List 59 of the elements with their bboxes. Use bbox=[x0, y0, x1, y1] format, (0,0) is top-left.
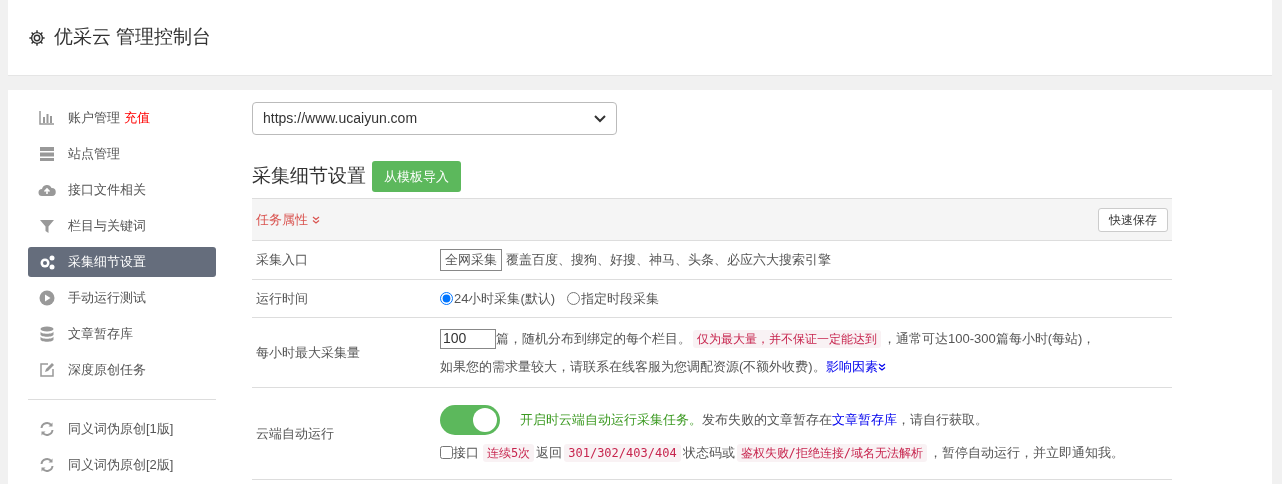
sidebar-item[interactable]: 深度原创任务 bbox=[28, 355, 216, 385]
sidebar-item[interactable]: 账户管理 充值 bbox=[28, 103, 216, 133]
edit-icon bbox=[38, 361, 56, 379]
double-chevron-icon bbox=[877, 362, 886, 371]
notice-text: 状态码或 bbox=[682, 443, 735, 462]
refresh-icon bbox=[38, 420, 56, 438]
settings-icon bbox=[28, 28, 46, 47]
fetch-note: ，请自行获取。 bbox=[897, 411, 988, 429]
row-label: 每小时最大采集量 bbox=[256, 343, 360, 362]
notice-text: ，暂停自动运行，并立即通知我。 bbox=[929, 443, 1125, 462]
max-count-note: ，通常可达100-300篇每小时(每站)， bbox=[883, 330, 1096, 348]
recharge-link[interactable]: 充值 bbox=[124, 108, 150, 128]
cloud-run-note: 开启时云端自动运行采集任务。 bbox=[520, 411, 702, 429]
code-tag: 301/302/403/404 bbox=[564, 443, 681, 462]
bar-chart-icon bbox=[38, 109, 56, 127]
sidebar-item[interactable]: 采集细节设置 bbox=[28, 247, 216, 277]
server-icon bbox=[38, 145, 56, 163]
task-properties-toggle[interactable]: 任务属性 bbox=[256, 209, 320, 230]
max-count-text: 篇，随机分布到绑定的每个栏目。 bbox=[496, 330, 691, 348]
sidebar-item[interactable]: 手动运行测试 bbox=[28, 283, 216, 313]
page-title: 优采云 管理控制台 bbox=[54, 25, 212, 50]
chevron-down-icon bbox=[594, 114, 606, 123]
factors-link[interactable]: 影响因素 bbox=[825, 356, 886, 377]
checkbox[interactable] bbox=[440, 446, 453, 459]
gears-icon bbox=[38, 253, 56, 271]
checkbox-label: 接口 bbox=[453, 443, 479, 462]
filter-icon bbox=[38, 217, 56, 235]
site-select[interactable]: https://www.ucaiyun.com bbox=[252, 102, 617, 135]
failed-article-note: 发布失败的文章暂存在 bbox=[702, 411, 832, 429]
row-label: 运行时间 bbox=[256, 289, 308, 308]
max-count-field[interactable]: 100 bbox=[440, 328, 496, 349]
row-label: 云端自动运行 bbox=[256, 424, 334, 443]
double-chevron-icon bbox=[312, 215, 320, 224]
code-tag: 鉴权失败/拒绝连接/域名无法解析 bbox=[736, 443, 928, 462]
row-label: 采集入口 bbox=[256, 251, 308, 270]
code-tag: 仅为最大量，并不保证一定能达到 bbox=[693, 329, 881, 348]
article-storage-link[interactable]: 文章暂存库 bbox=[832, 410, 897, 430]
database-icon bbox=[38, 325, 56, 343]
sidebar-item[interactable]: 同义词伪原创[1版] bbox=[28, 414, 216, 444]
notice-text: 返回 bbox=[536, 443, 563, 462]
section-title: 采集细节设置 bbox=[252, 164, 366, 189]
quick-save-button[interactable]: 快速保存 bbox=[1098, 207, 1168, 232]
entry-description: 覆盖百度、搜狗、好搜、神马、头条、必应六大搜索引擎 bbox=[506, 251, 831, 270]
radio-label: 24小时采集(默认) bbox=[454, 289, 556, 308]
play-icon bbox=[38, 289, 56, 307]
resource-note: 如果您的需求量较大，请联系在线客服为您调配资源(不额外收费)。 bbox=[440, 357, 826, 376]
sidebar-item[interactable]: 站点管理 bbox=[28, 139, 216, 169]
radio-button[interactable] bbox=[440, 292, 453, 305]
sidebar-item[interactable]: 同义词伪原创[2版] bbox=[28, 450, 216, 480]
source-select[interactable]: 全网采集 bbox=[440, 249, 502, 271]
refresh-icon bbox=[38, 456, 56, 474]
sidebar-item[interactable]: 接口文件相关 bbox=[28, 175, 216, 205]
toggle-switch[interactable] bbox=[440, 404, 500, 435]
code-tag: 连续5次 bbox=[483, 443, 535, 462]
sidebar-item[interactable]: 文章暂存库 bbox=[28, 319, 216, 349]
radio-label: 指定时段采集 bbox=[581, 289, 660, 308]
item-label: 账户管理 bbox=[68, 109, 120, 128]
radio-button[interactable] bbox=[567, 292, 581, 305]
sidebar-item[interactable]: 栏目与关键词 bbox=[28, 211, 216, 241]
